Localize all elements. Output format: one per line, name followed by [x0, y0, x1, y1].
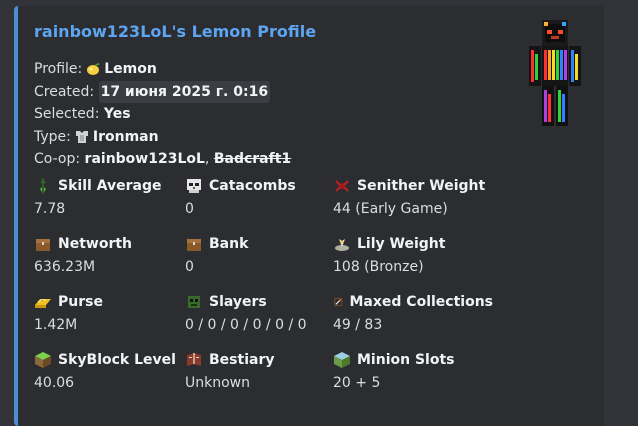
field-name: Lily Weight: [357, 236, 446, 252]
field-value: 636.23M: [34, 259, 96, 275]
field-slayers: Slayers 0 / 0 / 0 / 0 / 0 / 0: [185, 292, 345, 333]
field-value: 49 / 83: [333, 317, 383, 333]
field-name: Minion Slots: [357, 352, 455, 368]
field-value: Unknown: [185, 375, 250, 391]
profile-row: Profile: Lemon: [34, 58, 291, 81]
coop-member-2: Badcraft1: [213, 151, 292, 167]
field-name: Bestiary: [209, 352, 275, 368]
field-skyblock-level: SkyBlock Level 40.06: [34, 350, 194, 391]
field-name: Purse: [58, 294, 103, 310]
profile-embed: rainbow123LoL's Lemon Profile Profile: L…: [14, 6, 604, 426]
field-bank: Bank 0: [185, 234, 345, 275]
type-label: Type:: [34, 128, 71, 145]
selected-label: Selected:: [34, 106, 100, 122]
minion-slots-icon: [334, 352, 350, 368]
field-value: 1.42M: [34, 317, 78, 333]
field-purse: Purse 1.42M: [34, 292, 194, 333]
created-label: Created:: [34, 83, 95, 100]
type-value: Ironman: [92, 128, 159, 145]
field-senither-weight: Senither Weight 44 (Early Game): [333, 176, 493, 217]
embed-title[interactable]: rainbow123LoL's Lemon Profile: [34, 22, 316, 41]
coop-member-1: rainbow123LoL: [84, 151, 205, 167]
field-name: Senither Weight: [357, 178, 486, 194]
selected-row: Selected: Yes: [34, 103, 291, 126]
field-name: Catacombs: [209, 178, 296, 194]
field-name: Bank: [209, 236, 249, 252]
field-minion-slots: Minion Slots 20 + 5: [333, 350, 493, 391]
field-value: 0: [185, 259, 194, 275]
senither-weight-icon: [335, 180, 349, 192]
slayer-icon: [188, 296, 200, 308]
profile-label: Profile:: [34, 61, 83, 77]
field-value: 0: [185, 201, 194, 217]
field-value: 44 (Early Game): [333, 201, 448, 217]
field-bestiary: Bestiary Unknown: [185, 350, 345, 391]
coop-separator: ,: [204, 151, 210, 167]
bestiary-icon: [187, 353, 201, 366]
field-name: Maxed Collections: [349, 294, 494, 310]
field-value: 7.78: [34, 201, 66, 217]
field-value: 108 (Bronze): [333, 259, 424, 275]
selected-value: Yes: [103, 106, 131, 122]
type-row: Type: Ironman: [34, 126, 291, 149]
player-skin-thumbnail[interactable]: [526, 20, 584, 128]
profile-info: Profile: Lemon Created: 17 июня 2025 г. …: [34, 58, 291, 171]
iron-chestplate-icon: [75, 130, 88, 143]
field-value: 40.06: [34, 375, 75, 391]
field-networth: Networth 636.23M: [34, 234, 194, 275]
created-row: Created: 17 июня 2025 г. 0:16: [34, 80, 291, 103]
field-catacombs: Catacombs 0: [185, 176, 345, 217]
field-name: SkyBlock Level: [58, 352, 176, 368]
field-name: Networth: [58, 236, 133, 252]
field-value: 0 / 0 / 0 / 0 / 0 / 0: [185, 317, 307, 333]
skull-icon: [187, 179, 201, 193]
gold-ingot-icon: [35, 299, 51, 308]
skill-average-icon: [40, 178, 46, 194]
field-lily-weight: Lily Weight 108 (Bronze): [333, 234, 493, 275]
created-value[interactable]: 17 июня 2025 г. 0:16: [98, 80, 271, 103]
profile-value: Lemon: [104, 61, 157, 77]
bank-chest-icon: [187, 239, 201, 251]
coop-row: Co-op: rainbow123LoL, Badcraft1: [34, 148, 291, 171]
coop-label: Co-op:: [34, 151, 81, 167]
lemon-icon: [87, 63, 101, 76]
collections-icon: [334, 297, 343, 307]
field-value: 20 + 5: [333, 375, 381, 391]
field-skill-average: Skill Average 7.78: [34, 176, 194, 217]
lily-weight-icon: [335, 239, 349, 251]
field-name: Slayers: [209, 294, 267, 310]
field-name: Skill Average: [58, 178, 162, 194]
skyblock-level-icon: [35, 352, 51, 368]
chest-icon: [36, 239, 50, 251]
field-maxed-collections: Maxed Collections 49 / 83: [333, 292, 493, 333]
